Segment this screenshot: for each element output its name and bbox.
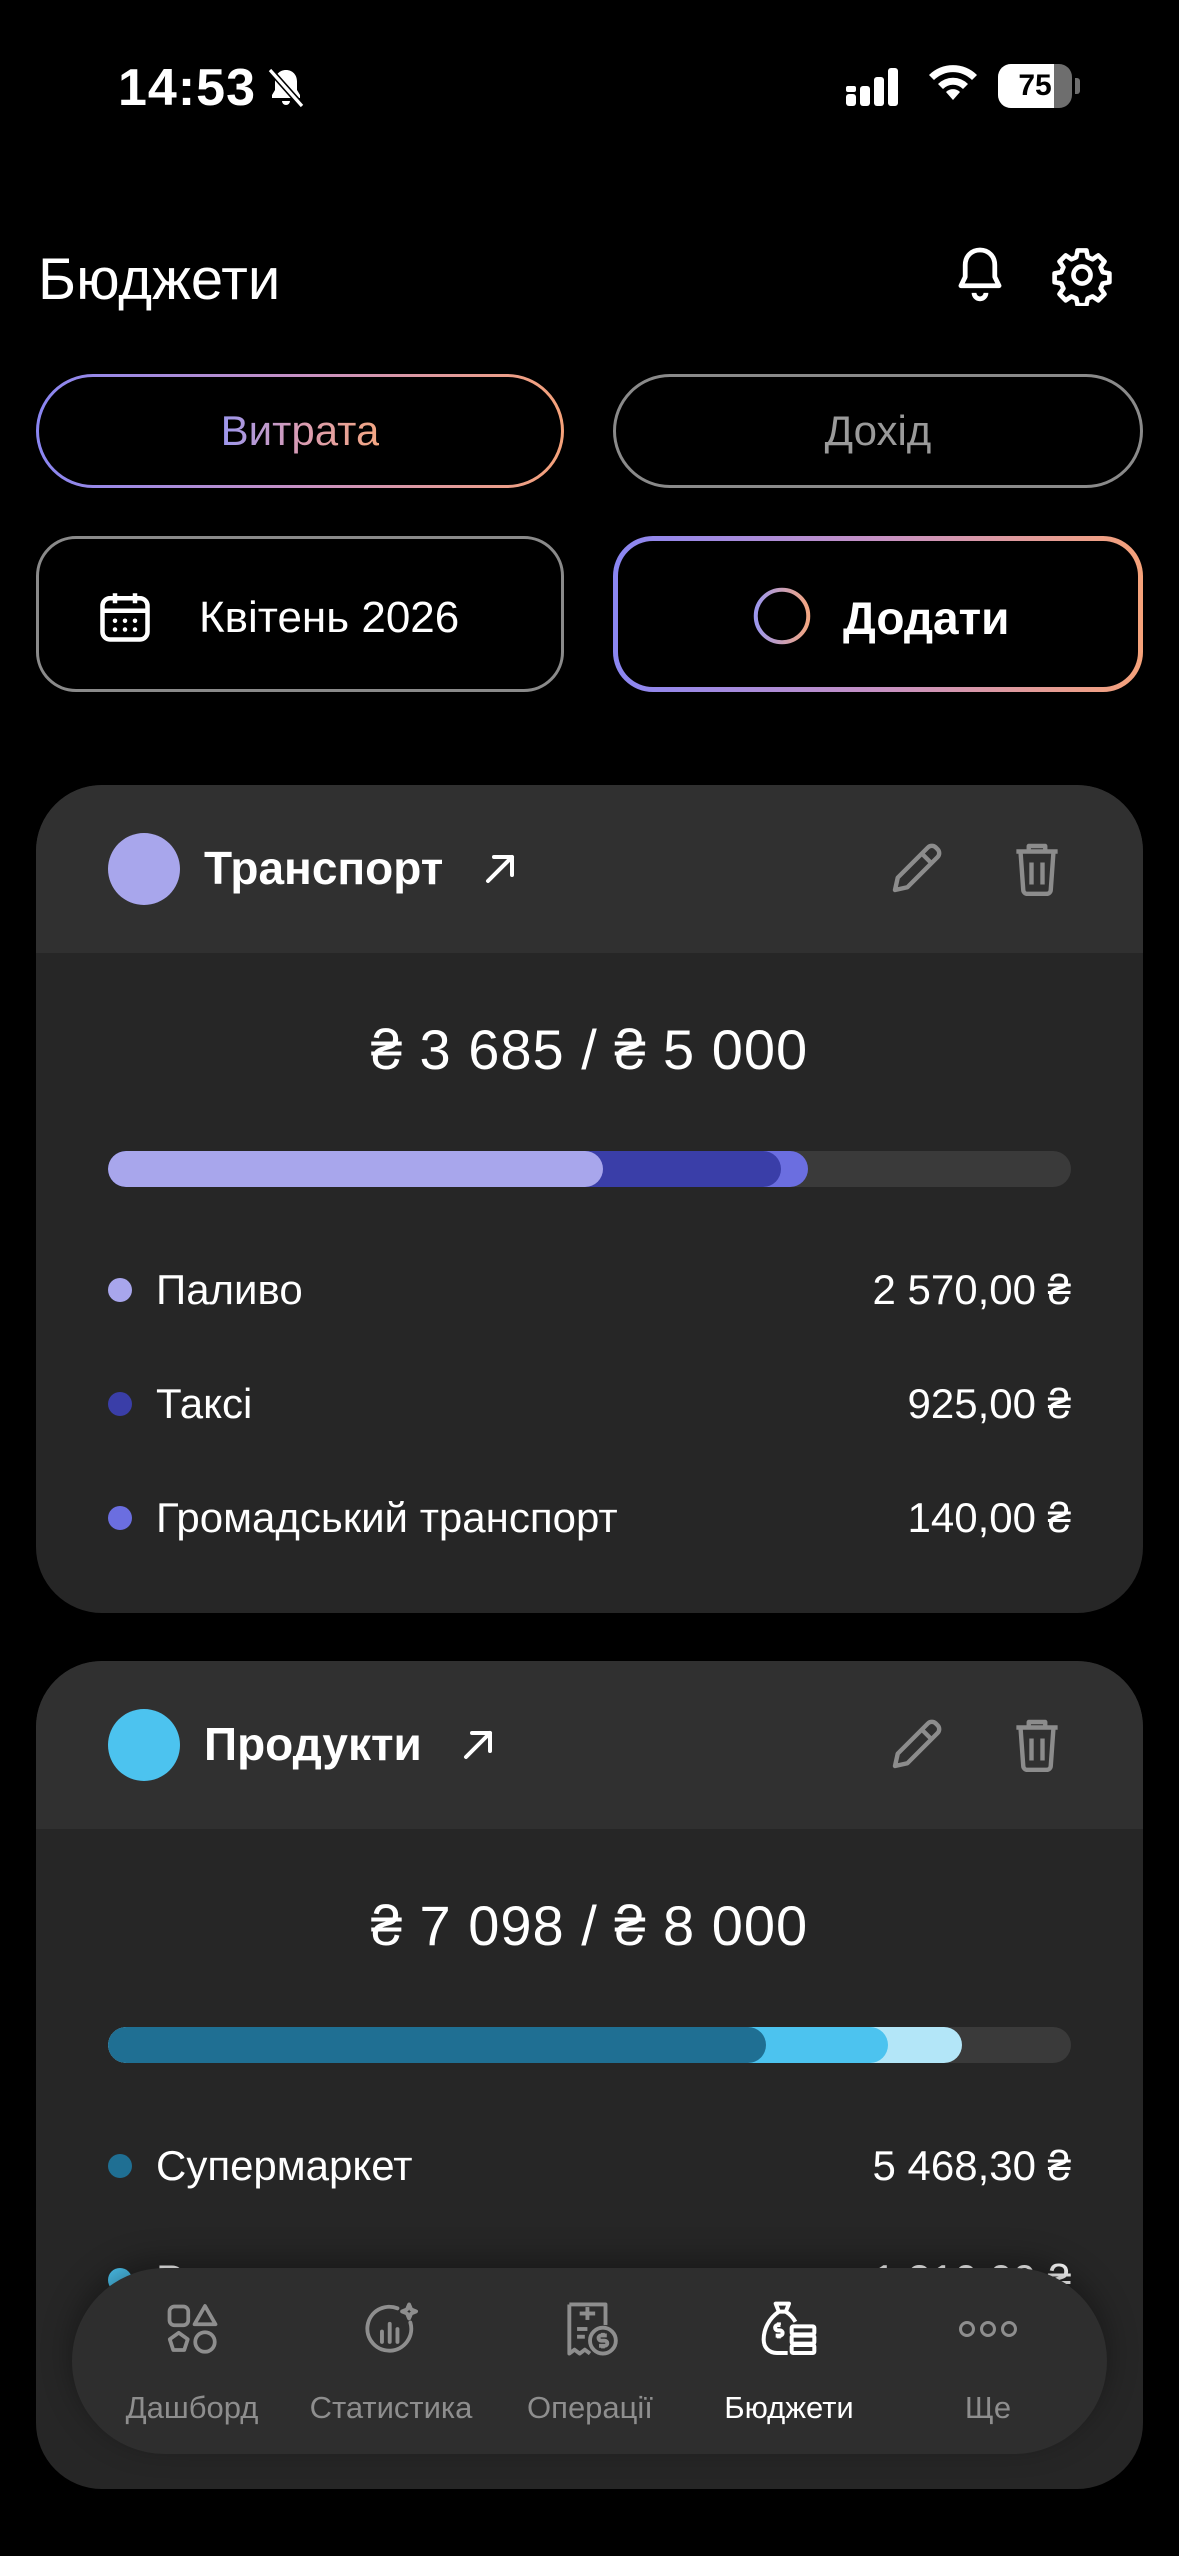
bell-icon	[958, 247, 1002, 302]
battery-level: 75	[1018, 69, 1052, 102]
status-bar: 14:53 75	[0, 0, 1179, 170]
tab-label: Дашборд	[125, 2390, 259, 2425]
subcategory-value: 140,00 ₴	[907, 1494, 1072, 1541]
subcategory-label: Громадський транспорт	[156, 1494, 618, 1541]
category-name: Продукти	[204, 1718, 422, 1770]
page-title: Бюджети	[38, 247, 281, 312]
subcategory-value: 2 570,00 ₴	[872, 1266, 1071, 1313]
add-circle-icon	[753, 587, 811, 645]
subcategory-label: Супермаркет	[156, 2142, 413, 2189]
edit-icon[interactable]	[884, 835, 950, 901]
subcategory-label: Таксі	[156, 1380, 253, 1427]
subcategory-label: Паливо	[156, 1266, 303, 1313]
silent-bell-icon	[267, 67, 305, 109]
settings-button[interactable]	[1047, 240, 1117, 310]
income-tab-label: Дохід	[824, 407, 932, 454]
money-bag-icon	[761, 2301, 817, 2355]
subcategory-value: 5 468,30 ₴	[872, 2142, 1071, 2189]
budget-card: Транспорт ₴ 3 685 / ₴ 5 000 Паливо 2 570…	[36, 785, 1143, 1613]
category-color-dot	[108, 833, 180, 905]
receipt-icon	[567, 2302, 618, 2356]
subcategory-value: 925,00 ₴	[907, 1380, 1072, 1427]
progress-segment	[108, 1151, 603, 1187]
status-time: 14:53	[118, 59, 256, 117]
list-item: Паливо 2 570,00 ₴	[108, 1260, 1071, 1320]
period-selector[interactable]: Квітень 2026	[36, 536, 564, 692]
list-item: Супермаркет 5 468,30 ₴	[108, 2136, 1071, 2196]
budget-card-header[interactable]: Продукти	[36, 1661, 1143, 1829]
open-arrow-icon[interactable]	[454, 1721, 502, 1769]
more-icon	[959, 2321, 1017, 2337]
tab-operations[interactable]: Операції	[490, 2268, 690, 2454]
calendar-icon	[100, 593, 150, 642]
bottom-tab-bar: Дашборд Статистика Операції Бюджети Ще	[72, 2268, 1107, 2454]
edit-icon[interactable]	[884, 1711, 950, 1777]
tab-budgets[interactable]: Бюджети	[689, 2268, 889, 2454]
budget-amount: ₴ 3 685 / ₴ 5 000	[370, 1018, 809, 1081]
budget-amount: ₴ 7 098 / ₴ 8 000	[370, 1894, 809, 1957]
tab-label: Бюджети	[724, 2390, 854, 2425]
subcategory-dot	[108, 1392, 132, 1416]
category-name: Транспорт	[204, 842, 444, 894]
add-button-label: Додати	[843, 592, 1010, 644]
cellular-signal-icon	[846, 68, 898, 106]
open-arrow-icon[interactable]	[476, 845, 524, 893]
subcategory-dot	[108, 2154, 132, 2178]
progress-segment	[108, 2027, 766, 2063]
battery-icon: 75	[998, 64, 1080, 108]
list-item: Громадський транспорт 140,00 ₴	[108, 1488, 1071, 1548]
period-label: Квітень 2026	[199, 593, 460, 642]
chart-icon	[365, 2302, 418, 2353]
trash-icon[interactable]	[1004, 835, 1070, 901]
budget-card-header[interactable]: Транспорт	[36, 785, 1143, 953]
budget-progress-bar	[108, 2027, 1071, 2063]
notifications-button[interactable]	[945, 240, 1015, 310]
tab-label: Ще	[964, 2390, 1012, 2425]
shapes-icon	[167, 2304, 218, 2354]
budgets-screen: 14:53 75 Бюджети Витрата Дохід Квітень 2…	[0, 0, 1179, 2556]
gear-icon	[1052, 248, 1112, 306]
tab-label: Операції	[527, 2390, 653, 2425]
tab-label: Статистика	[309, 2390, 473, 2425]
trash-icon[interactable]	[1004, 1711, 1070, 1777]
tab-statistics[interactable]: Статистика	[291, 2268, 491, 2454]
list-item: Таксі 925,00 ₴	[108, 1374, 1071, 1434]
add-budget-button[interactable]: Додати	[613, 536, 1143, 692]
subcategory-dot	[108, 1506, 132, 1530]
category-color-dot	[108, 1709, 180, 1781]
wifi-icon	[929, 65, 977, 100]
income-tab[interactable]: Дохід	[613, 374, 1143, 488]
tab-more[interactable]: Ще	[888, 2268, 1088, 2454]
budget-progress-bar	[108, 1151, 1071, 1187]
tab-dashboard[interactable]: Дашборд	[92, 2268, 292, 2454]
subcategory-dot	[108, 1278, 132, 1302]
expense-tab[interactable]: Витрата	[36, 374, 564, 488]
expense-tab-label: Витрата	[220, 407, 380, 454]
